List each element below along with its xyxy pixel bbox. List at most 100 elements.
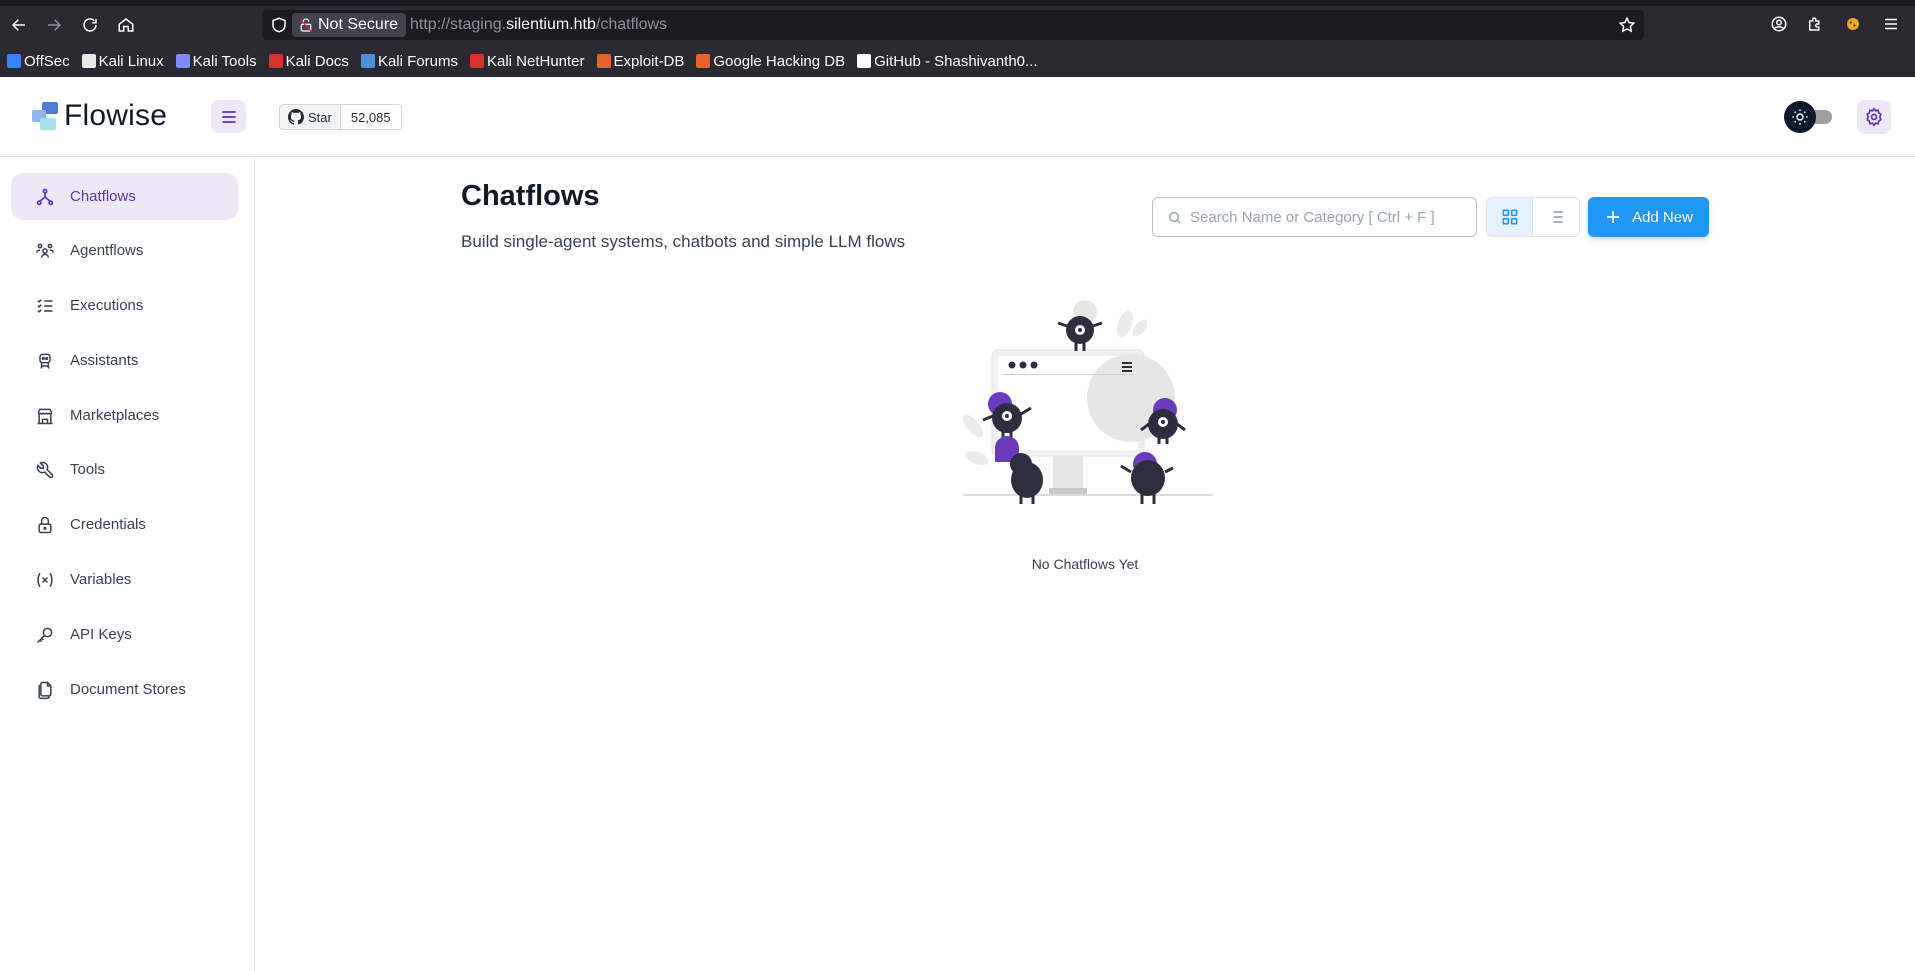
bookmark-favicon-icon — [7, 54, 21, 68]
tool-icon — [35, 460, 55, 480]
menu-icon — [221, 110, 236, 123]
bookmark-label: Exploit-DB — [613, 52, 685, 70]
sidebar-item-label: Document Stores — [70, 681, 186, 698]
sidebar-item-marketplaces[interactable]: Marketplaces — [11, 392, 238, 439]
github-icon — [857, 54, 872, 68]
key-icon — [35, 625, 55, 645]
sun-icon — [1792, 109, 1808, 125]
settings-button[interactable] — [1857, 100, 1891, 134]
variable-icon — [35, 570, 55, 590]
not-secure-badge[interactable]: Not Secure — [292, 13, 407, 37]
sidebar-item-document-stores[interactable]: Document Stores — [11, 666, 238, 713]
hierarchy-icon — [35, 187, 55, 207]
bookmark-favicon-icon — [175, 54, 190, 68]
bookmark-kali-tools[interactable]: Kali Tools — [175, 52, 257, 70]
sidebar-item-chatflows[interactable]: Chatflows — [11, 173, 238, 220]
list-view-button[interactable] — [1533, 198, 1579, 236]
bookmark-label: Kali Tools — [192, 52, 257, 70]
sidebar-item-label: Tools — [70, 461, 106, 478]
sidebar-item-api-keys[interactable]: API Keys — [11, 611, 238, 658]
extensions-button[interactable] — [1804, 13, 1826, 35]
bookmark-offsec[interactable]: OffSec — [7, 53, 70, 70]
gear-icon — [1866, 107, 1882, 127]
grid-icon — [1502, 209, 1517, 225]
sidebar-item-credentials[interactable]: Credentials — [11, 501, 238, 548]
flowise-logo-icon — [30, 100, 60, 132]
account-icon — [1771, 16, 1787, 32]
store-icon — [35, 406, 55, 426]
empty-state-illustration — [955, 298, 1215, 538]
home-icon — [118, 18, 134, 32]
users-group-icon — [35, 241, 55, 261]
broken-lock-icon — [300, 18, 312, 33]
bookmark-favicon-icon — [268, 54, 283, 68]
search-input[interactable] — [1190, 198, 1470, 236]
forward-button[interactable] — [42, 13, 66, 37]
bookmark-label: Kali Forums — [377, 52, 458, 70]
github-star-label: Star — [308, 109, 332, 125]
bookmark-favicon-icon — [360, 54, 375, 68]
reload-button[interactable] — [78, 13, 102, 37]
bookmark-kali-forums[interactable]: Kali Forums — [360, 52, 458, 70]
sidebar-item-variables[interactable]: Variables — [11, 556, 238, 603]
bookmark-label: Kali Docs — [285, 52, 349, 70]
address-bar[interactable]: Not Secure http://staging.silentium.htb/… — [262, 10, 1644, 40]
bookmark-label: OffSec — [24, 52, 70, 70]
page-title: Chatflows — [461, 180, 600, 212]
bookmark-kali-linux[interactable]: Kali Linux — [81, 53, 164, 70]
arrow-left-icon — [11, 19, 25, 31]
sidebar-item-executions[interactable]: Executions — [11, 282, 238, 329]
sidebar-item-label: Assistants — [70, 352, 139, 369]
search-box[interactable] — [1152, 197, 1477, 237]
sidebar-item-tools[interactable]: Tools — [11, 446, 238, 493]
browser-tab-strip — [0, 0, 1915, 6]
github-star-button[interactable]: Star 52,085 — [279, 104, 402, 130]
search-icon — [1168, 211, 1181, 224]
arrow-right-icon — [48, 19, 62, 31]
github-star-label-box[interactable]: Star — [279, 104, 341, 130]
not-secure-label: Not Secure — [318, 16, 399, 33]
shield-icon[interactable] — [270, 16, 288, 34]
add-new-button[interactable]: Add New — [1588, 197, 1709, 237]
bookmark-label: Google Hacking DB — [713, 52, 846, 70]
sidebar-item-label: API Keys — [70, 626, 132, 643]
url-path: /chatflows — [595, 16, 668, 33]
bookmark-kali-docs[interactable]: Kali Docs — [268, 52, 349, 70]
home-button[interactable] — [114, 13, 138, 37]
sidebar-toggle-button[interactable] — [211, 100, 246, 133]
github-icon — [288, 109, 304, 125]
sidebar-item-assistants[interactable]: Assistants — [11, 337, 238, 384]
sidebar-item-label: Executions — [70, 297, 144, 314]
back-button[interactable] — [7, 13, 31, 37]
sidebar-item-label: Variables — [70, 571, 132, 588]
card-view-button[interactable] — [1487, 198, 1534, 236]
logo-text: Flowise — [64, 99, 168, 132]
bookmark-kali-nethunter[interactable]: Kali NetHunter — [469, 53, 585, 70]
extension-button[interactable] — [1842, 13, 1864, 35]
list-check-icon — [35, 296, 55, 316]
bookmark-star-icon[interactable] — [1618, 16, 1636, 34]
url-text[interactable]: http://staging.silentium.htb/chatflows — [410, 10, 667, 40]
account-button[interactable] — [1768, 13, 1790, 35]
url-scheme: http://staging. — [410, 16, 507, 33]
sidebar: Chatflows Agentflows Executions Assistan… — [0, 157, 255, 971]
flowise-logo[interactable]: Flowise — [30, 99, 167, 133]
empty-state-message: No Chatflows Yet — [1031, 556, 1139, 572]
sidebar-item-agentflows[interactable]: Agentflows — [11, 227, 238, 274]
robots-monitor-illustration — [962, 300, 1213, 504]
github-star-count[interactable]: 52,085 — [340, 104, 402, 130]
bookmark-label: GitHub - Shashivanth0... — [874, 52, 1038, 70]
bookmark-favicon-icon — [469, 54, 484, 68]
toggle-knob — [1784, 101, 1816, 133]
url-host: silentium.htb — [506, 16, 596, 33]
bookmark-github[interactable]: GitHub - Shashivanth0... — [857, 52, 1038, 70]
hamburger-icon — [1885, 18, 1897, 30]
files-icon — [35, 680, 55, 700]
plus-icon — [1607, 211, 1620, 223]
sidebar-item-label: Credentials — [70, 516, 146, 533]
bookmark-favicon-icon — [696, 54, 711, 68]
bookmark-exploit-db[interactable]: Exploit-DB — [596, 52, 685, 70]
dark-mode-toggle[interactable] — [1784, 101, 1836, 133]
app-menu-button[interactable] — [1880, 13, 1902, 35]
bookmark-google-hacking-db[interactable]: Google Hacking DB — [696, 53, 845, 70]
